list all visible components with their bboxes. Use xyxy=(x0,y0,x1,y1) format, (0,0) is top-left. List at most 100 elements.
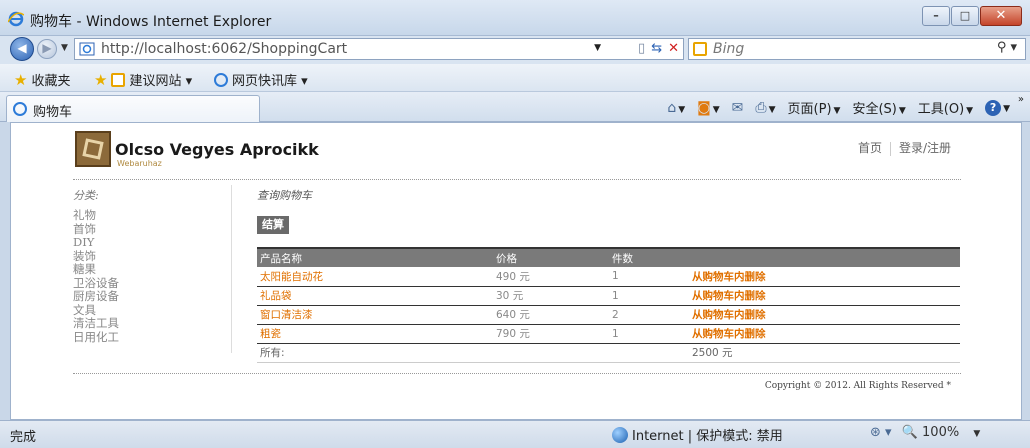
security-zone[interactable]: Internet | 保护模式: 禁用 xyxy=(612,425,783,444)
web-slice-gallery-button[interactable]: 网页快讯库 ▾ xyxy=(214,70,308,89)
category-item-decoration[interactable]: 装饰 xyxy=(73,249,223,264)
product-price: 30 元 xyxy=(493,286,609,306)
forward-button[interactable]: ▶ xyxy=(37,39,57,59)
header-quantity: 件数 xyxy=(609,247,689,267)
favorites-bar: ★ 收藏夹 ★ 建议网站 ▾ 网页快讯库 ▾ xyxy=(0,64,1030,92)
top-nav: 首页 登录/注册 xyxy=(858,139,951,156)
total-label: 所有: xyxy=(257,343,493,363)
product-name[interactable]: 太阳能自动花 xyxy=(257,267,493,287)
remove-from-cart-link[interactable]: 从购物车内删除 xyxy=(692,271,766,283)
total-empty-cell xyxy=(493,343,609,363)
remove-from-cart-link[interactable]: 从购物车内删除 xyxy=(692,309,766,321)
bing-icon xyxy=(693,42,707,56)
search-icon[interactable]: ⚲ ▾ xyxy=(997,40,1017,55)
cart-table: 产品名称 价格 件数 太阳能自动花 490 元 1 从购物车内删除 礼品袋 30… xyxy=(257,247,960,363)
web-slice-label: 网页快讯库 ▾ xyxy=(232,74,308,89)
tools-menu[interactable]: 工具(O) ▼ xyxy=(918,98,973,117)
category-item-bathroom[interactable]: 卫浴设备 xyxy=(73,276,223,291)
status-text: 完成 xyxy=(10,430,37,445)
header-action xyxy=(689,247,960,267)
favorites-button[interactable]: ★ 收藏夹 xyxy=(14,70,70,90)
nav-home-link[interactable]: 首页 xyxy=(858,141,882,155)
category-item-jewelry[interactable]: 首饰 xyxy=(73,222,223,237)
site-subtitle: Webaruhaz xyxy=(117,159,162,168)
total-empty-cell xyxy=(609,343,689,363)
search-placeholder: Bing xyxy=(713,41,745,57)
back-arrow-icon: ◀ xyxy=(17,41,27,55)
table-row: 太阳能自动花 490 元 1 从购物车内删除 xyxy=(257,267,960,287)
product-price: 490 元 xyxy=(493,267,609,287)
tools-menu-label: 工具(O) xyxy=(917,102,965,117)
table-row: 粗瓷 790 元 1 从购物车内删除 xyxy=(257,324,960,344)
product-name[interactable]: 粗瓷 xyxy=(257,324,493,344)
zoom-control[interactable]: ⊛ ▾ 🔍 100% ▼ xyxy=(870,425,980,440)
category-item-kitchen[interactable]: 厨房设备 xyxy=(73,289,223,304)
category-item-chemicals[interactable]: 日用化工 xyxy=(73,330,223,345)
url-text[interactable]: http://localhost:6062/ShoppingCart xyxy=(101,41,347,57)
search-field[interactable]: Bing ⚲ ▾ xyxy=(688,38,1026,60)
home-icon: ⌂ xyxy=(667,99,677,116)
logo-frame-icon xyxy=(82,138,104,160)
url-field[interactable]: http://localhost:6062/ShoppingCart ▼ ▯ ⇆… xyxy=(74,38,684,60)
safety-menu-label: 安全(S) xyxy=(852,102,897,117)
remove-from-cart-link[interactable]: 从购物车内删除 xyxy=(692,328,766,340)
maximize-button[interactable]: □ xyxy=(951,6,979,26)
header-product-name: 产品名称 xyxy=(257,247,493,267)
remove-from-cart-link[interactable]: 从购物车内删除 xyxy=(692,290,766,302)
page-heading: 查询购物车 xyxy=(257,189,312,202)
suggested-sites-label: 建议网站 ▾ xyxy=(129,74,193,89)
category-item-candy[interactable]: 糖果 xyxy=(73,262,223,277)
back-button[interactable]: ◀ xyxy=(10,37,34,61)
product-name[interactable]: 窗口清洁漆 xyxy=(257,305,493,325)
site-logo[interactable] xyxy=(75,131,111,167)
mail-icon: ✉ xyxy=(731,99,744,116)
category-title: 分类: xyxy=(73,189,99,202)
print-button[interactable]: ⎙ ▼ xyxy=(755,100,775,116)
cart-total-row: 所有: 2500 元 xyxy=(257,343,960,363)
security-zone-label: Internet | 保护模式: 禁用 xyxy=(632,429,783,444)
close-button[interactable]: ✕ xyxy=(980,6,1022,26)
nav-login-link[interactable]: 登录/注册 xyxy=(899,141,951,155)
protected-mode-icon: ⊛ ▾ xyxy=(870,425,892,440)
product-quantity: 1 xyxy=(609,286,689,306)
close-icon: ✕ xyxy=(995,8,1007,23)
category-item-cleaning[interactable]: 清洁工具 xyxy=(73,316,223,331)
page-menu[interactable]: 页面(P) ▼ xyxy=(788,98,841,117)
home-button[interactable]: ⌂ ▼ xyxy=(667,100,685,116)
help-button[interactable]: ? ▼ xyxy=(985,99,1010,116)
zoom-dropdown-icon[interactable]: ▼ xyxy=(973,429,980,439)
url-dropdown-icon[interactable]: ▼ xyxy=(594,43,601,53)
page-content: Olcso Vegyes Aprocikk Webaruhaz 首页 登录/注册 … xyxy=(10,122,1022,420)
total-value: 2500 元 xyxy=(689,343,960,363)
safety-menu[interactable]: 安全(S) ▼ xyxy=(852,98,905,117)
feeds-button[interactable]: ◙ ▼ xyxy=(697,100,720,116)
compatibility-view-icon[interactable]: ▯ xyxy=(638,41,645,57)
more-commands-icon[interactable]: » xyxy=(1018,94,1024,105)
mail-button[interactable]: ✉ xyxy=(732,100,744,116)
copyright-text: Copyright © 2012. All Rights Reserved * xyxy=(764,381,951,391)
command-bar: 购物车 ⌂ ▼ ◙ ▼ ✉ ⎙ ▼ 页面(P) ▼ 安全(S) ▼ 工具(O) ▼ ? ▼ » xyxy=(0,92,1030,122)
product-name[interactable]: 礼品袋 xyxy=(257,286,493,306)
sidebar-divider xyxy=(231,185,232,353)
stop-icon[interactable]: ✕ xyxy=(668,41,679,57)
product-quantity: 1 xyxy=(609,324,689,344)
table-row: 礼品袋 30 元 1 从购物车内删除 xyxy=(257,286,960,306)
category-item-stationery[interactable]: 文具 xyxy=(73,303,223,318)
rss-icon: ◙ xyxy=(697,99,711,116)
checkout-button[interactable]: 结算 xyxy=(257,216,289,234)
history-dropdown-icon[interactable]: ▼ xyxy=(61,43,68,53)
forward-arrow-icon: ▶ xyxy=(42,41,52,55)
add-favorite-icon: ★ xyxy=(94,70,108,89)
category-sidebar: 分类: 礼物 首饰 DIY 装饰 糖果 卫浴设备 厨房设备 文具 清洁工具 日用… xyxy=(73,187,223,344)
window-title: 购物车 - Windows Internet Explorer xyxy=(30,14,272,30)
zoom-icon: 🔍 xyxy=(901,425,918,440)
minimize-button[interactable]: – xyxy=(922,6,950,26)
suggested-sites-icon xyxy=(111,72,126,87)
refresh-icon[interactable]: ⇆ xyxy=(651,41,662,57)
category-item-diy[interactable]: DIY xyxy=(73,235,223,250)
site-title[interactable]: Olcso Vegyes Aprocikk xyxy=(115,140,319,159)
category-item-gifts[interactable]: 礼物 xyxy=(73,208,223,223)
suggested-sites-button[interactable]: ★ 建议网站 ▾ xyxy=(94,70,193,90)
globe-icon xyxy=(612,426,628,443)
tab-shopping-cart[interactable]: 购物车 xyxy=(6,95,260,122)
